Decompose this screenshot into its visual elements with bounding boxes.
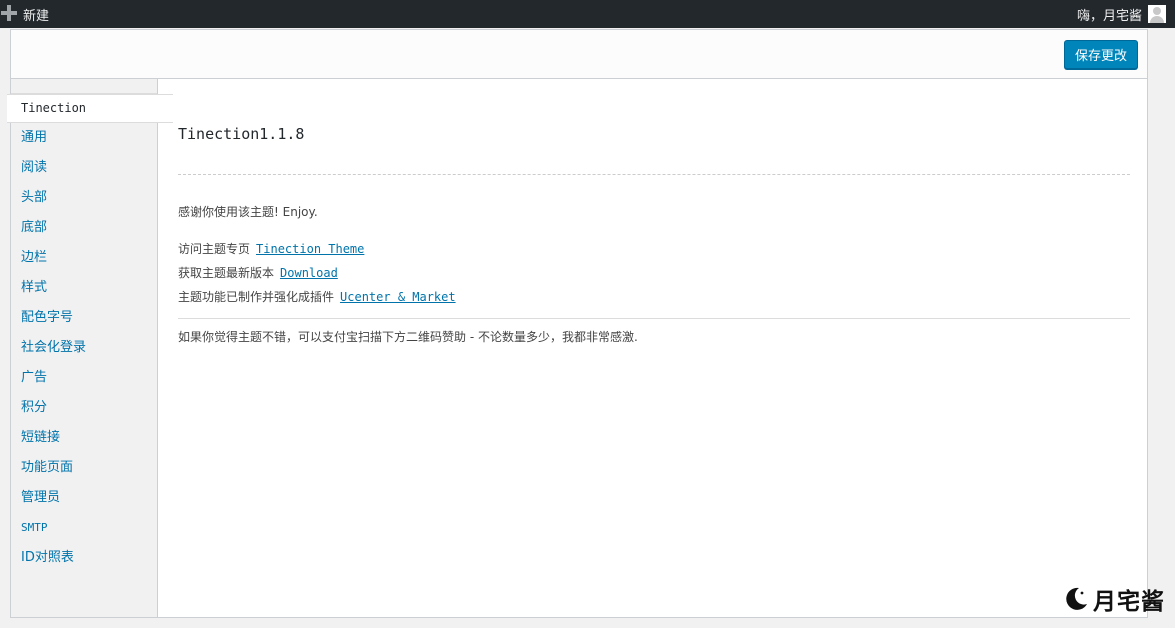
plus-icon <box>1 5 17 21</box>
sidebar-item-tinection[interactable]: Tinection <box>7 94 173 123</box>
sidebar-item-id-table[interactable]: ID对照表 <box>11 543 157 573</box>
options-sidebar: Tinection 通用 阅读 头部 底部 边栏 样式 配色字号 社会化登录 广… <box>7 79 173 617</box>
sidebar-item-header[interactable]: 头部 <box>11 183 157 213</box>
sidebar-item-social-login[interactable]: 社会化登录 <box>11 333 157 363</box>
sidebar-item-smtp[interactable]: SMTP <box>11 513 157 543</box>
admin-bar: 新建 嗨，月宅酱 <box>0 0 1175 28</box>
panel-header: 保存更改 <box>11 30 1147 79</box>
sidebar-top-divider <box>11 79 157 94</box>
sidebar-item-ads[interactable]: 广告 <box>11 363 157 393</box>
donate-text: 如果你觉得主题不错，可以支付宝扫描下方二维码赞助 - 不论数量多少，我都非常感激… <box>178 330 638 344</box>
thanks-text: 感谢你使用该主题! Enjoy. <box>178 205 318 219</box>
download-link[interactable]: Download <box>280 266 338 280</box>
theme-page-link[interactable]: Tinection Theme <box>256 242 364 256</box>
download-prefix: 获取主题最新版本 <box>178 266 275 280</box>
sidebar-item-points[interactable]: 积分 <box>11 393 157 423</box>
dashed-divider <box>178 174 1130 175</box>
sidebar-item-short-links[interactable]: 短链接 <box>11 423 157 453</box>
sidebar-item-function-pages[interactable]: 功能页面 <box>11 453 157 483</box>
options-panel: 保存更改 Tinection 通用 阅读 头部 底部 边栏 样式 配色字号 社会… <box>7 29 1148 618</box>
greeting-text: 嗨，月宅酱 <box>1076 8 1142 24</box>
sidebar-item-sidebar[interactable]: 边栏 <box>11 243 157 273</box>
sidebar-item-style[interactable]: 样式 <box>11 273 157 303</box>
theme-page-prefix: 访问主题专页 <box>178 242 251 256</box>
theme-page-line: 访问主题专页 Tinection Theme <box>178 240 364 257</box>
avatar <box>1148 5 1166 23</box>
sidebar-item-colors-fonts[interactable]: 配色字号 <box>11 303 157 333</box>
sidebar-item-general[interactable]: 通用 <box>11 123 157 153</box>
download-line: 获取主题最新版本 Download <box>178 264 338 281</box>
sidebar-item-admin[interactable]: 管理员 <box>11 483 157 513</box>
moon-icon <box>1066 587 1087 610</box>
sidebar-item-footer[interactable]: 底部 <box>11 213 157 243</box>
plugin-link[interactable]: Ucenter & Market <box>340 290 456 304</box>
version-title: Tinection1.1.8 <box>178 125 305 143</box>
watermark-text: 月宅酱 <box>1093 589 1165 615</box>
save-changes-button[interactable]: 保存更改 <box>1063 40 1138 69</box>
solid-divider <box>178 318 1130 319</box>
account-menu[interactable]: 嗨，月宅酱 <box>1077 0 1166 28</box>
plugin-line: 主题功能已制作并强化成插件 Ucenter & Market <box>178 288 456 305</box>
new-content-label: 新建 <box>23 9 50 24</box>
sidebar-item-reading[interactable]: 阅读 <box>11 153 157 183</box>
plugin-prefix: 主题功能已制作并强化成插件 <box>178 290 335 304</box>
watermark: 月宅酱 <box>1063 582 1165 616</box>
